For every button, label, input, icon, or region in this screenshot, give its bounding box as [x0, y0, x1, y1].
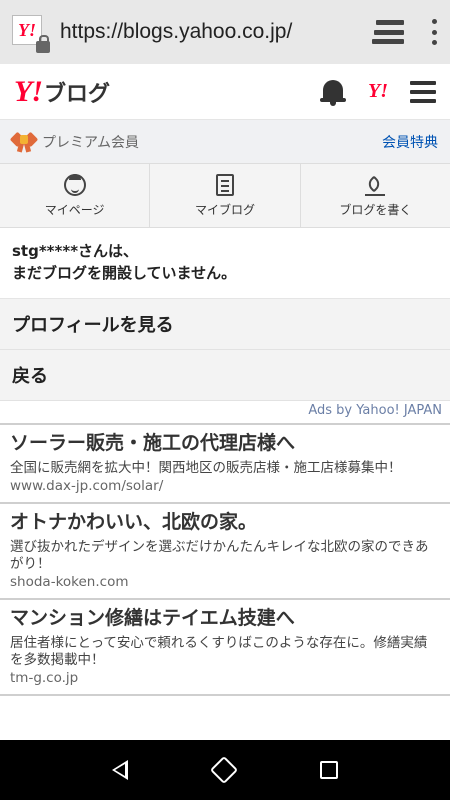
ad-item[interactable]: マンション修繕はテイエム技建へ 居住者様にとって安心で頼れるくすりばこのような存…	[0, 598, 450, 696]
browser-toolbar: Y! https://blogs.yahoo.co.jp/	[0, 0, 450, 64]
premium-member-bar: プレミアム会員 会員特典	[0, 120, 450, 164]
system-nav-bar	[0, 740, 450, 800]
site-favicon: Y!	[12, 15, 50, 53]
ad-url: shoda-koken.com	[10, 574, 129, 590]
ad-description: 居住者様にとって安心で頼れるくすりばこのような存在に。修繕実績を多数掲載中！	[10, 635, 428, 668]
back-link[interactable]: 戻る	[0, 350, 450, 401]
message-line-1: stg*****さんは、	[12, 242, 139, 260]
nav-write-blog-label: ブログを書く	[339, 202, 412, 217]
ribbon-icon	[9, 131, 39, 152]
tabs-icon[interactable]	[372, 20, 404, 44]
pen-icon	[364, 174, 386, 196]
blog-logo-text: ブログ	[44, 80, 111, 106]
yahoo-logo-mark: Y!	[14, 74, 43, 108]
overflow-menu-icon[interactable]	[430, 19, 438, 45]
member-benefits-link[interactable]: 会員特典	[382, 132, 438, 152]
nav-my-blog-label: マイブログ	[194, 202, 255, 217]
nav-write-blog[interactable]: ブログを書く	[301, 164, 450, 227]
nav-my-blog[interactable]: マイブログ	[150, 164, 301, 227]
hamburger-menu-icon[interactable]	[410, 80, 436, 103]
ad-url: www.dax-jp.com/solar/	[10, 478, 164, 494]
lock-icon	[36, 35, 50, 53]
yahoo-top-link[interactable]: Y!	[368, 80, 388, 103]
ad-url: tm-g.co.jp	[10, 670, 79, 686]
recent-apps-icon[interactable]	[320, 761, 338, 779]
ad-description: 選び抜かれたデザインを選ぶだけかんたんキレイな北欧の家のできあがり！	[10, 539, 429, 572]
home-button[interactable]	[209, 755, 239, 785]
message-line-2: まだブログを開設していません。	[12, 264, 237, 282]
home-icon	[209, 755, 239, 785]
yahoo-blog-logo[interactable]: Y! ブログ	[14, 75, 320, 109]
ad-description: 全国に販売網を拡大中！関西地区の販売店様・施工店様募集中！	[10, 460, 402, 476]
view-profile-link[interactable]: プロフィールを見る	[0, 299, 450, 350]
ad-title[interactable]: オトナかわいい、北欧の家。	[10, 510, 440, 535]
url-field[interactable]: https://blogs.yahoo.co.jp/	[60, 20, 372, 44]
ad-title[interactable]: ソーラー販売・施工の代理店様へ	[10, 431, 440, 456]
book-icon	[215, 173, 234, 196]
ads-by-label[interactable]: Ads by Yahoo! JAPAN	[0, 401, 450, 423]
site-header: Y! ブログ Y!	[0, 64, 450, 120]
blog-nav: マイページ マイブログ ブログを書く	[0, 164, 450, 228]
back-icon[interactable]	[112, 760, 128, 780]
nav-my-page[interactable]: マイページ	[0, 164, 151, 227]
face-icon	[63, 173, 86, 196]
no-blog-message: stg*****さんは、 まだブログを開設していません。	[0, 228, 450, 299]
premium-label: プレミアム会員	[42, 134, 140, 151]
notification-bell-icon[interactable]	[320, 78, 346, 106]
ad-item[interactable]: オトナかわいい、北欧の家。 選び抜かれたデザインを選ぶだけかんたんキレイな北欧の…	[0, 502, 450, 598]
ad-title[interactable]: マンション修繕はテイエム技建へ	[10, 606, 440, 631]
nav-my-page-label: マイページ	[44, 202, 105, 217]
ad-item[interactable]: ソーラー販売・施工の代理店様へ 全国に販売網を拡大中！関西地区の販売店様・施工店…	[0, 423, 450, 502]
